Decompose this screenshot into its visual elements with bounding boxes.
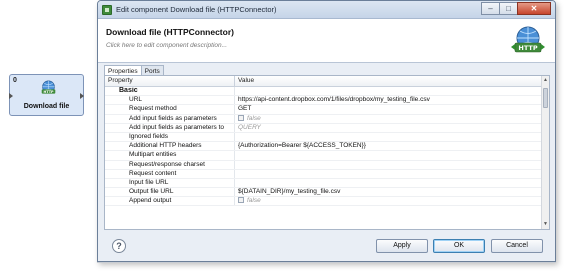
property-value[interactable]: false bbox=[235, 114, 541, 123]
table-row[interactable]: Ignored fields bbox=[105, 132, 541, 143]
http-connector-icon: HTTP bbox=[41, 80, 56, 94]
property-name: Ignored fields bbox=[105, 132, 235, 142]
group-label: Basic bbox=[105, 87, 235, 96]
help-icon[interactable]: ? bbox=[112, 239, 126, 253]
property-name: Add input fields as parameters to bbox=[105, 123, 235, 132]
download-file-node[interactable]: 0 HTTP Download file bbox=[9, 74, 84, 116]
checkbox-icon[interactable] bbox=[238, 114, 244, 121]
input-port-arrow-icon[interactable] bbox=[9, 93, 13, 99]
table-row[interactable]: Add input fields as parameters false bbox=[105, 114, 541, 124]
property-name: URL bbox=[105, 96, 235, 105]
column-header-value[interactable]: Value bbox=[235, 76, 541, 86]
svg-text:HTTP: HTTP bbox=[43, 90, 54, 94]
minimize-button[interactable]: – bbox=[481, 2, 500, 15]
property-value[interactable]: ${DATAIN_DIR}/my_testing_file.csv bbox=[235, 188, 541, 196]
window-controls: – □ ✕ bbox=[481, 2, 551, 15]
dialog-title: Edit component Download file (HTTPConnec… bbox=[116, 5, 277, 14]
cancel-button[interactable]: Cancel bbox=[491, 239, 543, 253]
vertical-scrollbar[interactable]: ▲ ▼ bbox=[541, 76, 549, 229]
group-row-basic[interactable]: Basic bbox=[105, 87, 541, 97]
table-header: Property Value bbox=[105, 76, 541, 87]
table-row[interactable]: Request content bbox=[105, 169, 541, 179]
property-name: Multipart entities bbox=[105, 151, 235, 160]
dialog-title-bar[interactable]: Edit component Download file (HTTPConnec… bbox=[98, 1, 555, 19]
group-value bbox=[235, 87, 541, 95]
component-header: Download file (HTTPConnector) Click here… bbox=[98, 19, 555, 63]
property-name: Request/response charset bbox=[105, 160, 235, 169]
app-icon bbox=[102, 5, 112, 15]
table-row[interactable]: URL https://api-content.dropbox.com/1/fi… bbox=[105, 96, 541, 106]
input-port-label: 0 bbox=[13, 77, 17, 84]
property-value[interactable] bbox=[235, 179, 541, 187]
table-row[interactable]: Add input fields as parameters to QUERY bbox=[105, 123, 541, 133]
property-value[interactable]: {Authorization=Bearer ${ACCESS_TOKEN}} bbox=[235, 142, 541, 150]
edit-component-dialog: Edit component Download file (HTTPConnec… bbox=[97, 0, 556, 262]
properties-table: Property Value Basic URL https://api-con… bbox=[104, 75, 550, 230]
scroll-down-arrow-icon[interactable]: ▼ bbox=[543, 222, 548, 227]
property-value[interactable]: GET bbox=[235, 105, 541, 113]
property-value[interactable]: https://api-content.dropbox.com/1/files/… bbox=[235, 96, 541, 104]
table-row[interactable]: Input file URL bbox=[105, 178, 541, 189]
property-name: Add input fields as parameters bbox=[105, 114, 235, 123]
component-title: Download file (HTTPConnector) bbox=[106, 27, 234, 37]
scrollbar-thumb[interactable] bbox=[543, 88, 548, 108]
property-value[interactable]: QUERY bbox=[235, 124, 541, 132]
dialog-footer: ? Apply OK Cancel bbox=[98, 231, 555, 261]
ok-button[interactable]: OK bbox=[433, 239, 485, 253]
apply-button[interactable]: Apply bbox=[376, 239, 428, 253]
property-name: Append output bbox=[105, 197, 235, 206]
canvas-divider bbox=[97, 262, 556, 263]
table-row[interactable]: Output file URL ${DATAIN_DIR}/my_testing… bbox=[105, 188, 541, 198]
property-name: Output file URL bbox=[105, 188, 235, 197]
property-value[interactable] bbox=[235, 133, 541, 141]
node-label: Download file bbox=[23, 103, 70, 110]
property-name: Additional HTTP headers bbox=[105, 142, 235, 151]
checkbox-value: false bbox=[247, 197, 261, 205]
property-value[interactable] bbox=[235, 151, 541, 159]
property-value[interactable] bbox=[235, 170, 541, 178]
table-row[interactable]: Additional HTTP headers {Authorization=B… bbox=[105, 142, 541, 152]
output-port-arrow-icon[interactable] bbox=[80, 93, 84, 99]
scroll-up-arrow-icon[interactable]: ▲ bbox=[543, 78, 548, 83]
property-value[interactable]: false bbox=[235, 197, 541, 205]
column-header-property[interactable]: Property bbox=[105, 76, 235, 86]
property-value[interactable] bbox=[235, 161, 541, 169]
header-icon-text: HTTP bbox=[518, 44, 537, 52]
maximize-button[interactable]: □ bbox=[499, 2, 518, 15]
checkbox-value: false bbox=[247, 114, 261, 122]
checkbox-icon[interactable] bbox=[238, 197, 244, 204]
table-row[interactable]: Request/response charset bbox=[105, 160, 541, 170]
property-name: Input file URL bbox=[105, 178, 235, 188]
table-row[interactable]: Multipart entities bbox=[105, 151, 541, 161]
table-row[interactable]: Append output false bbox=[105, 197, 541, 207]
table-body: Basic URL https://api-content.dropbox.co… bbox=[105, 87, 541, 229]
property-name: Request content bbox=[105, 169, 235, 178]
table-row[interactable]: Request method GET bbox=[105, 105, 541, 115]
http-connector-large-icon: HTTP bbox=[511, 26, 545, 53]
component-description[interactable]: Click here to edit component description… bbox=[106, 42, 227, 49]
close-button[interactable]: ✕ bbox=[517, 2, 551, 15]
property-name: Request method bbox=[105, 105, 235, 114]
